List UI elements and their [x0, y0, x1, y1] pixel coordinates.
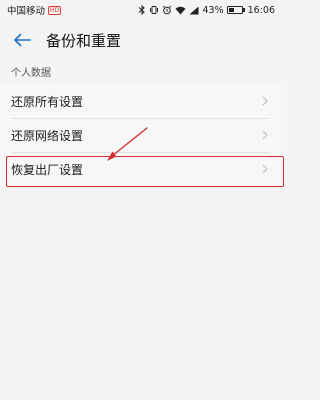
- annotation-arrow-icon: [107, 127, 148, 161]
- screen: 中国移动 HD 43% 16:06 备份和重置 个人数据 还原所有设置 还原网络…: [0, 0, 284, 400]
